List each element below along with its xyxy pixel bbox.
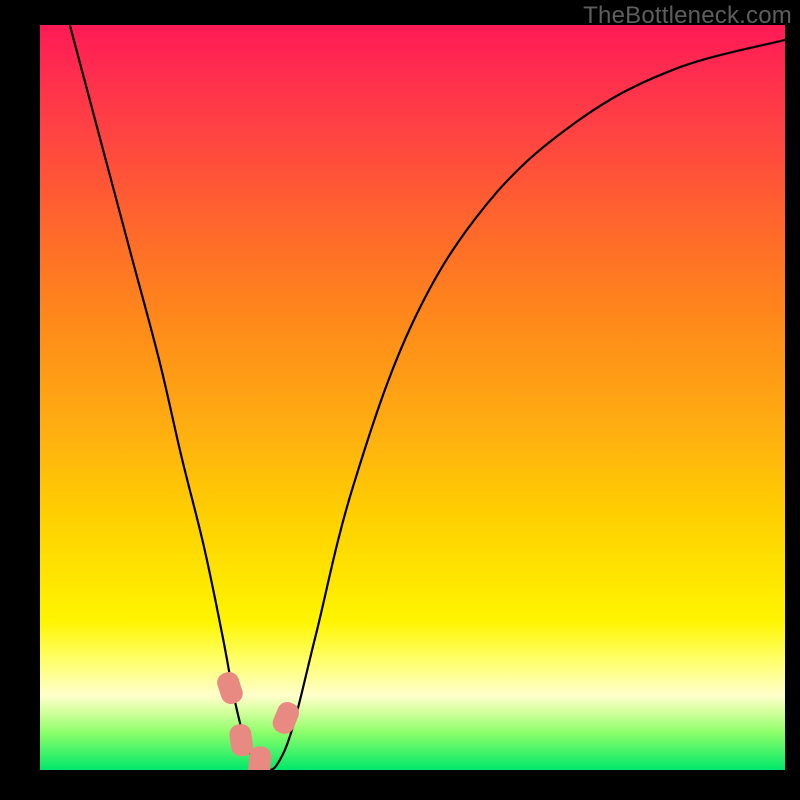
chart-frame: TheBottleneck.com	[0, 0, 800, 800]
curve-markers	[215, 669, 302, 770]
curve-marker	[270, 699, 302, 737]
curve-svg	[40, 25, 785, 770]
plot-area	[40, 25, 785, 770]
bottleneck-curve-line	[70, 25, 785, 770]
curve-marker	[215, 669, 246, 706]
curve-path	[70, 25, 785, 770]
